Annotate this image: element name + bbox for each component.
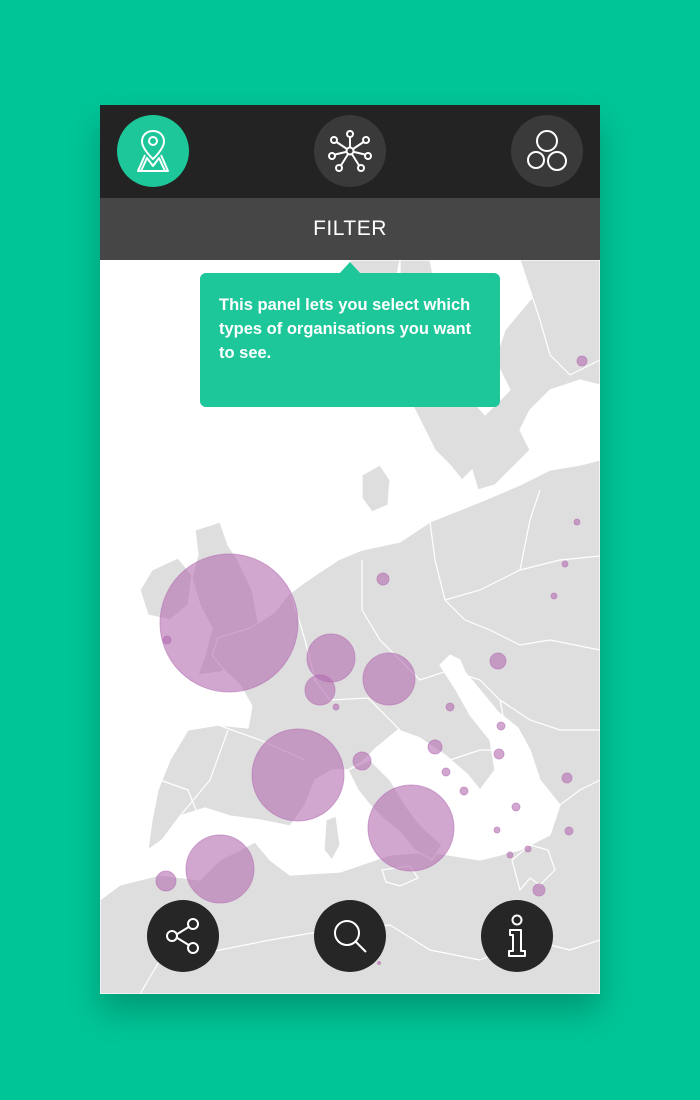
share-icon [166,918,199,954]
sardinia-land [323,815,341,861]
bubble-finland [576,355,588,367]
filter-bar[interactable]: FILTER [100,198,600,260]
bubble-slovenia [441,767,451,777]
tooltip-text: This panel lets you select which types o… [219,296,472,362]
top-navigation [100,105,600,198]
info-icon [508,914,526,957]
bubble-denmark [376,572,390,586]
bubble-view-button[interactable] [511,115,583,187]
filter-label: FILTER [313,217,387,240]
network-view-button[interactable] [314,115,386,187]
bubble-austria [427,739,443,755]
bubble-netherlands [306,633,356,683]
bubble-malta [377,961,381,965]
bubble-greece [532,883,546,897]
bubble-macedonia [524,845,532,853]
bubble-uk [159,553,299,693]
denmark-land [361,464,391,513]
circles-icon [527,130,567,171]
bubble-lithuania [550,592,558,600]
search-button[interactable] [314,900,386,972]
bubble-luxembourg [332,703,340,711]
search-icon [334,920,367,953]
map-view-button[interactable] [117,115,189,187]
filter-tooltip: This panel lets you select which types o… [200,273,500,407]
bubble-hungary [493,748,505,760]
bubble-france [251,728,345,822]
network-icon [328,130,372,172]
bubble-spain [185,834,255,904]
bubble-bosnia [493,826,501,834]
bubble-italy [367,784,455,872]
share-button[interactable] [147,900,219,972]
bubble-romania [561,772,573,784]
bubble-bulgaria [564,826,574,836]
bubble-albania [506,851,514,859]
bubble-belgium [304,674,336,706]
bubble-slovakia [496,721,506,731]
bubble-ireland [162,635,172,645]
bubble-czech [445,702,455,712]
phone-frame: FILTER This panel lets you select which … [100,105,600,994]
bubble-germany [362,652,416,706]
bubble-latvia [561,560,569,568]
bubble-croatia [459,786,469,796]
bubble-portugal [155,870,177,892]
bubble-poland [489,652,507,670]
bubble-estonia [573,518,581,526]
bubble-switzerland [352,751,372,771]
map-pin-icon [137,129,169,172]
bubble-serbia [511,802,521,812]
info-button[interactable] [481,900,553,972]
